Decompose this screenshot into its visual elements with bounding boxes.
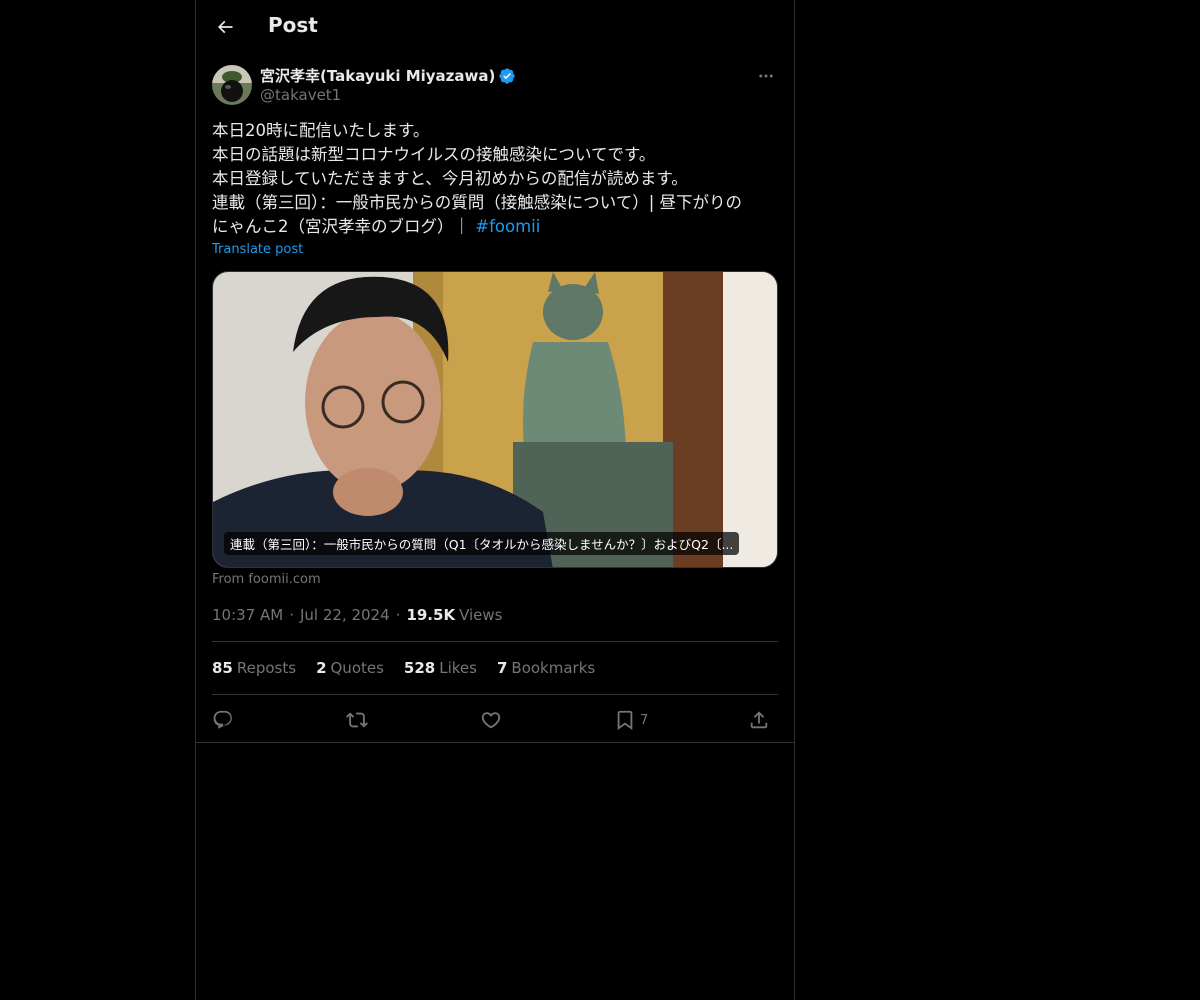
post-time[interactable]: 10:37 AM: [212, 606, 283, 624]
action-bar: 7: [212, 704, 778, 736]
tweet-line: 本日の話題は新型コロナウイルスの接触感染についてです。: [212, 145, 656, 164]
reply-icon: [213, 710, 232, 729]
stat-label: Bookmarks: [511, 659, 596, 677]
stat-reposts[interactable]: 85 Reposts: [212, 659, 296, 677]
divider: [212, 694, 778, 695]
arrow-left-icon: [217, 20, 233, 34]
views-count: 19.5K: [406, 606, 456, 624]
repost-icon: [346, 712, 368, 728]
post-bottom-border: [196, 742, 794, 743]
post-stats: 85 Reposts 2 Quotes 528 Likes 7 Bookmarks: [212, 659, 615, 677]
stat-label: Likes: [439, 659, 477, 677]
meta-separator: ·: [395, 606, 401, 624]
share-icon: [750, 711, 768, 729]
stat-count: 528: [403, 659, 436, 677]
page-title: Post: [268, 13, 318, 37]
post-date[interactable]: Jul 22, 2024: [300, 606, 390, 624]
translate-post-link[interactable]: Translate post: [212, 242, 303, 257]
repost-button[interactable]: [346, 704, 368, 736]
tweet-line: にゃんこ2（宮沢孝幸のブログ）｜: [212, 217, 470, 236]
verified-badge-icon: [499, 67, 516, 84]
share-button[interactable]: [748, 704, 770, 736]
divider: [212, 641, 778, 642]
tweet-line: 本日登録していただきますと、今月初めからの配信が読めます。: [212, 169, 688, 188]
stat-count: 85: [212, 659, 233, 677]
bookmark-count: 7: [640, 712, 649, 728]
like-button[interactable]: [480, 704, 502, 736]
more-dots-icon: [759, 74, 773, 78]
avatar[interactable]: [212, 65, 252, 105]
tweet-line-last: にゃんこ2（宮沢孝幸のブログ）｜ #foomii: [212, 215, 772, 239]
stat-label: Quotes: [330, 659, 384, 677]
stat-label: Reposts: [236, 659, 297, 677]
stat-likes[interactable]: 528 Likes: [404, 659, 477, 677]
bookmark-icon: [617, 710, 633, 731]
meta-separator: ·: [289, 606, 294, 624]
header: Post: [196, 0, 794, 54]
link-card-caption: 連載（第三回）：一般市民からの質問（Q1〔タオルから感染しませんか？〕およびQ2…: [224, 532, 740, 555]
heart-icon: [481, 712, 501, 729]
stat-bookmarks[interactable]: 7 Bookmarks: [497, 659, 595, 677]
stat-quotes[interactable]: 2 Quotes: [316, 659, 384, 677]
tweet-line: 本日20時に配信いたします。: [212, 121, 430, 140]
author-name-wrap[interactable]: 宮沢孝幸(Takayuki Miyazawa): [260, 65, 516, 86]
tweet-text: 本日20時に配信いたします。本日の話題は新型コロナウイルスの接触感染についてです…: [212, 119, 772, 239]
link-card-source[interactable]: From foomii.com: [212, 572, 321, 587]
stat-count: 2: [316, 659, 327, 677]
author-row: 宮沢孝幸(Takayuki Miyazawa) @takavet1: [212, 64, 778, 108]
post-column: Post 宮沢孝幸(Takayuki Miyazawa) @takavet1 本…: [195, 0, 795, 1000]
author-handle[interactable]: @takavet1: [260, 86, 341, 104]
back-button[interactable]: [208, 10, 242, 44]
views-label: Views: [459, 606, 503, 624]
author-display-name[interactable]: 宮沢孝幸(Takayuki Miyazawa): [260, 65, 495, 86]
avatar-image: [212, 65, 252, 105]
reply-button[interactable]: [212, 704, 234, 736]
stat-count: 7: [496, 659, 508, 677]
tweet-line: 連載（第三回）：一般市民からの質問（接触感染について）| 昼下がりの: [212, 193, 743, 212]
bookmark-button[interactable]: 7: [614, 704, 648, 736]
post-meta: 10:37 AM · Jul 22, 2024 · 19.5K Views: [212, 606, 503, 624]
more-options-button[interactable]: [754, 64, 778, 88]
link-card-image: [213, 272, 777, 567]
hashtag-link[interactable]: #foomii: [475, 217, 540, 236]
link-card[interactable]: 連載（第三回）：一般市民からの質問（Q1〔タオルから感染しませんか？〕およびQ2…: [212, 271, 778, 568]
